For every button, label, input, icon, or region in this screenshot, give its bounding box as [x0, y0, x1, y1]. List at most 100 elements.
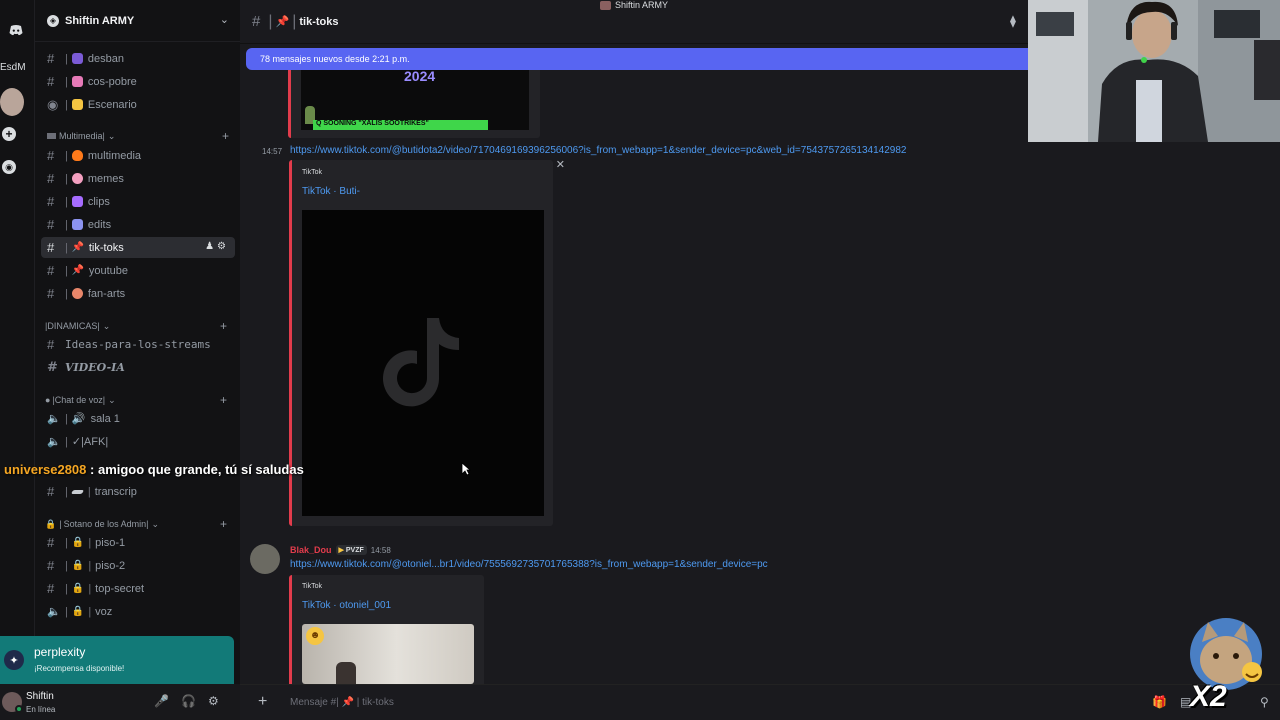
speaker-icon: 🔊 — [71, 413, 86, 425]
channel-cos-pobre[interactable]: # | cos-pobre — [41, 71, 235, 92]
channel-piso-1[interactable]: # | 🔒 | piso-1 — [41, 532, 235, 553]
user-status: En línea — [26, 705, 56, 714]
channel-emoji-icon — [71, 150, 83, 161]
channel-transcrip[interactable]: # | | transcrip — [41, 481, 235, 502]
channel-label: ✓|AFK| — [71, 436, 109, 448]
message-timestamp: 14:58 — [370, 545, 391, 555]
message-link[interactable]: https://www.tiktok.com/@butidota2/video/… — [290, 145, 906, 156]
category-dinamicas[interactable]: |DINAMICAS| ⌄ + — [45, 319, 227, 333]
sticker-label: X2 — [1190, 680, 1227, 713]
channel-memes[interactable]: # | memes — [41, 168, 235, 189]
tiktok-video-player[interactable] — [302, 210, 544, 516]
chat-username: universe2808 — [4, 462, 87, 477]
threads-icon[interactable]: ⧫ — [1010, 14, 1016, 28]
add-member-icon[interactable]: ♟ — [205, 241, 217, 252]
voice-channel-afk[interactable]: 🔈 | ✓|AFK| — [41, 431, 235, 452]
compass-icon[interactable]: ◉ — [2, 160, 16, 174]
hash-icon: # — [47, 171, 55, 186]
channel-emoji-icon — [71, 219, 83, 230]
mic-icon[interactable]: 🎤 — [154, 694, 169, 708]
channel-emoji-icon — [71, 76, 83, 87]
plus-icon[interactable]: + — [220, 319, 227, 333]
new-messages-bar[interactable]: 78 mensajes nuevos desde 2:21 p.m. — [246, 48, 1036, 70]
laughing-emoji-icon: ☻ — [306, 627, 324, 645]
embed-provider: TikTok — [302, 169, 322, 176]
pencil-icon — [70, 489, 85, 494]
embed-title[interactable]: TikTok · Buti- — [302, 186, 360, 197]
hash-icon: # — [47, 194, 55, 209]
channel-label: Ideas-para-los-streams — [65, 338, 211, 351]
gear-icon[interactable]: ⚙ — [208, 694, 219, 708]
tiktok-video-thumbnail[interactable]: ☻ — [302, 624, 474, 684]
message-input[interactable]: Mensaje #| 📌 | tik-toks — [290, 697, 394, 708]
channel-top-secret[interactable]: # | 🔒 | top-secret — [41, 578, 235, 599]
plus-icon[interactable]: + — [258, 693, 267, 711]
stage-icon: ◉ — [47, 96, 59, 112]
category-chat-de-voz[interactable]: ● |Chat de voz| ⌄ + — [45, 393, 227, 407]
stream-title-text: Shiftin ARMY — [615, 0, 669, 10]
server-label[interactable]: EsdM — [0, 62, 34, 73]
perplexity-subtitle: ¡Recompensa disponible! — [34, 664, 125, 673]
channel-video-ia[interactable]: # VIDEO-IA — [41, 357, 235, 378]
embed-thumbnail[interactable]: 2024 Q SOONING "XALIS SOOTRIKES" — [301, 70, 529, 130]
voice-channel-voz[interactable]: 🔈 | 🔒 | voz — [41, 601, 235, 622]
plus-icon[interactable]: + — [222, 129, 229, 143]
message-author[interactable]: Blak_Dou — [290, 545, 332, 555]
voice-channel-sala-1[interactable]: 🔈 | 🔊 sala 1 — [41, 408, 235, 429]
channel-fan-arts[interactable]: # | fan-arts — [41, 283, 235, 304]
plus-icon[interactable]: + — [220, 393, 227, 407]
plus-icon[interactable]: + — [2, 127, 16, 141]
server-header[interactable]: ◈ Shiftin ARMY ⌄ — [35, 0, 241, 42]
hash-icon: # — [47, 240, 55, 255]
channel-youtube[interactable]: # | 📌 youtube — [41, 260, 235, 281]
channel-tik-toks[interactable]: # | 📌 tik-toks ♟⚙ — [41, 237, 235, 258]
category-label: Multimedia| — [59, 131, 105, 141]
chevron-down-icon[interactable]: ⌄ — [220, 13, 229, 26]
server-avatar[interactable] — [0, 88, 24, 116]
hash-icon: # — [47, 217, 55, 232]
avatar[interactable] — [250, 544, 280, 574]
pushpin-icon: 📌 — [71, 265, 85, 276]
category-emoji-icon — [47, 133, 56, 139]
perplexity-reward-banner[interactable]: ✦ perplexity ¡Recompensa disponible! — [0, 636, 234, 684]
hash-icon: # — [47, 51, 55, 66]
chevron-down-icon: ⌄ — [151, 518, 160, 529]
stream-chat-overlay: universe2808 : amigoo que grande, tú sí … — [4, 462, 304, 477]
channel-ideas-para-los-streams[interactable]: # Ideas-para-los-streams — [41, 334, 235, 355]
role-tag-label: PVZF — [345, 547, 364, 554]
lock-icon: 🔒 — [71, 583, 85, 594]
close-icon[interactable]: ✕ — [556, 158, 565, 171]
channel-edits[interactable]: # | edits — [41, 214, 235, 235]
channel-desban[interactable]: # | desban — [41, 48, 235, 69]
chevron-down-icon: ⌄ — [107, 130, 116, 141]
plus-icon[interactable]: + — [220, 517, 227, 531]
pushpin-icon: 📌 — [341, 697, 354, 708]
perplexity-title: perplexity — [34, 645, 86, 659]
stream-window-title: Shiftin ARMY — [600, 0, 668, 10]
cat-sticker: X2 — [1188, 618, 1268, 714]
gear-icon[interactable]: ⚙ — [217, 241, 229, 252]
headphones-icon[interactable]: 🎧 — [181, 694, 196, 708]
gift-icon[interactable]: 🎁 — [1152, 695, 1167, 709]
channel-piso-2[interactable]: # | 🔒 | piso-2 — [41, 555, 235, 576]
hash-icon: # — [47, 74, 55, 89]
channel-label: Escenario — [87, 98, 137, 111]
thumbnail-figure — [336, 662, 356, 684]
message-link[interactable]: https://www.tiktok.com/@otoniel...br1/vi… — [290, 559, 768, 570]
category-sotano-admin[interactable]: 🔒 | Sotano de los Admin| ⌄ + — [45, 517, 227, 531]
new-messages-text: 78 mensajes nuevos desde 2:21 p.m. — [260, 54, 410, 64]
webcam-overlay — [1028, 0, 1280, 142]
embed-title[interactable]: TikTok · otoniel_001 — [302, 600, 391, 611]
lock-icon: 🔒 — [71, 606, 85, 617]
user-name[interactable]: Shiftin — [26, 691, 54, 702]
discord-icon[interactable] — [4, 18, 28, 42]
category-multimedia[interactable]: Multimedia| ⌄ + — [47, 129, 229, 143]
channel-clips[interactable]: # | clips — [41, 191, 235, 212]
perplexity-logo-icon: ✦ — [4, 650, 24, 670]
channel-label: sala 1 — [90, 412, 120, 425]
channel-label: cos-pobre — [87, 75, 137, 88]
channel-multimedia[interactable]: # | multimedia — [41, 145, 235, 166]
server-icon — [600, 0, 611, 10]
composer-channel: tik-toks — [362, 697, 394, 708]
channel-escenario[interactable]: ◉ | Escenario — [41, 94, 235, 115]
